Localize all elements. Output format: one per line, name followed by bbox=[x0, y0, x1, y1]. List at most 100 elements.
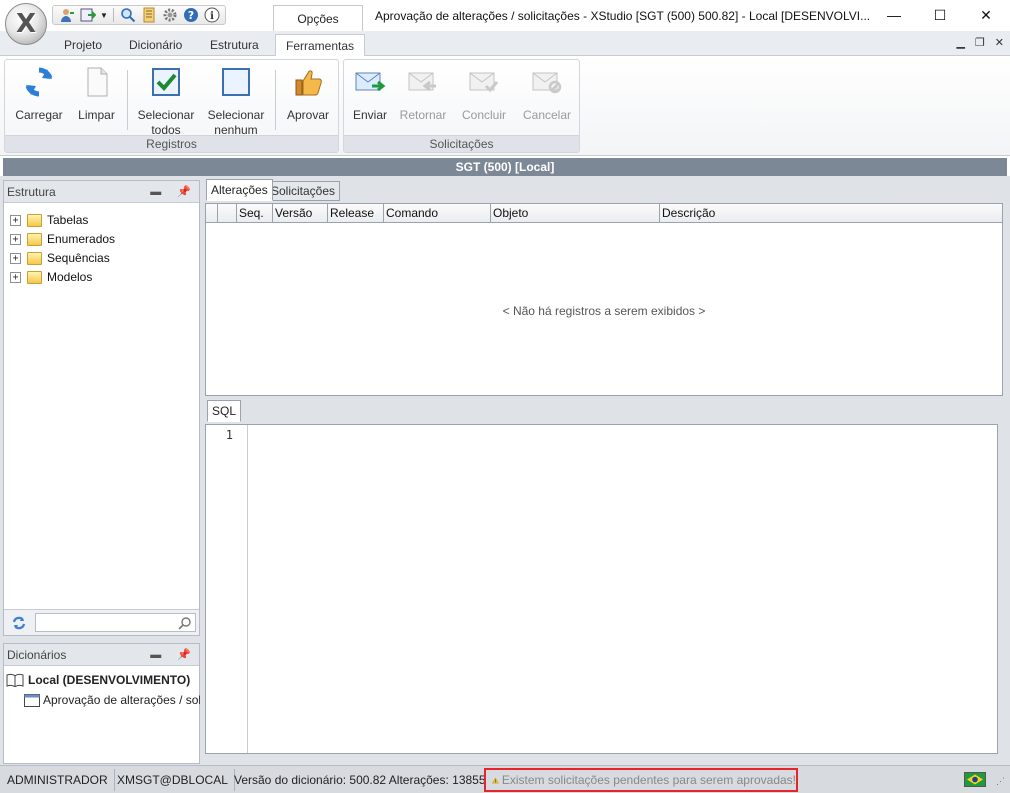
tree-item-enumerados[interactable]: + Enumerados bbox=[10, 230, 115, 248]
maximize-button[interactable]: ☐ bbox=[917, 0, 963, 30]
estrutura-search-input[interactable] bbox=[35, 613, 196, 632]
aprovar-button[interactable]: Aprovar bbox=[283, 66, 333, 123]
dicionarios-panel-title: Dicionários bbox=[7, 648, 67, 662]
notebook-icon[interactable] bbox=[139, 7, 158, 24]
concluir-button[interactable]: Concluir bbox=[458, 66, 510, 123]
resize-grip-icon[interactable]: ⋰ bbox=[996, 776, 1005, 787]
tab-projeto[interactable]: Projeto bbox=[64, 34, 102, 56]
brazil-flag-icon[interactable] bbox=[964, 772, 986, 787]
panel-autohide-icon[interactable]: ▬ bbox=[150, 181, 161, 203]
close-button[interactable]: ✕ bbox=[963, 0, 1009, 30]
help-icon[interactable]: ? bbox=[181, 7, 200, 24]
grid-col-seq[interactable]: Seq. bbox=[237, 204, 273, 223]
grid-col-objeto[interactable]: Objeto bbox=[491, 204, 660, 223]
qat-separator bbox=[113, 8, 114, 22]
expand-icon[interactable]: + bbox=[10, 233, 21, 245]
expand-icon[interactable]: + bbox=[10, 214, 21, 226]
grid-col-indicator bbox=[206, 204, 218, 223]
mdi-minimize-icon[interactable]: ▁ bbox=[956, 36, 964, 49]
maximize-icon: ☐ bbox=[933, 6, 947, 23]
search-icon[interactable] bbox=[178, 616, 192, 630]
enviar-label: Enviar bbox=[352, 108, 387, 122]
expand-icon[interactable]: + bbox=[10, 252, 21, 264]
tab-alteracoes[interactable]: Alterações bbox=[206, 179, 273, 201]
cancelar-button[interactable]: Cancelar bbox=[519, 66, 575, 123]
selecionar-nenhum-label: Selecionar nenhum bbox=[207, 108, 265, 137]
window-title: Aprovação de alterações / solicitações -… bbox=[375, 9, 871, 23]
tree-item-aprovacao[interactable]: Aprovação de alterações / solici bbox=[24, 693, 200, 707]
title-bar: X ▼ ? i Opções Aprovação de alterações /… bbox=[0, 0, 1010, 45]
panel-pin-icon[interactable]: 📌 bbox=[177, 181, 191, 203]
tab-estrutura[interactable]: Estrutura bbox=[210, 34, 259, 56]
tab-opcoes[interactable]: Opções bbox=[273, 5, 363, 31]
grid-col-versao[interactable]: Versão bbox=[273, 204, 328, 223]
tab-ferramentas[interactable]: Ferramentas bbox=[275, 34, 366, 57]
checkbox-empty-icon bbox=[222, 68, 250, 96]
grid-col-comando[interactable]: Comando bbox=[384, 204, 491, 223]
app-menu-button[interactable]: X bbox=[5, 3, 47, 45]
quick-access-toolbar: ▼ ? i bbox=[52, 5, 226, 25]
enviar-button[interactable]: Enviar bbox=[350, 66, 390, 123]
status-connection: XMSGT@DBLOCAL bbox=[111, 769, 235, 791]
estrutura-panel-header: Estrutura ▬ 📌 bbox=[4, 181, 199, 203]
app-logo: X bbox=[15, 9, 37, 39]
carregar-button[interactable]: Carregar bbox=[13, 66, 65, 123]
tree-item-tabelas[interactable]: + Tabelas bbox=[10, 211, 88, 229]
tree-item-modelos[interactable]: + Modelos bbox=[10, 268, 92, 286]
document-header: SGT (500) [Local] bbox=[3, 158, 1007, 176]
tab-sql[interactable]: SQL bbox=[207, 400, 242, 422]
panel-autohide-icon[interactable]: ▬ bbox=[150, 644, 161, 666]
refresh-icon bbox=[25, 67, 53, 97]
export-icon[interactable] bbox=[78, 7, 97, 24]
ribbon-separator bbox=[127, 70, 128, 130]
ribbon-tab-bar: Projeto Dicionário Estrutura Ferramentas… bbox=[0, 31, 1010, 57]
estrutura-panel: Estrutura ▬ 📌 + Tabelas + Enumerados + Sequ… bbox=[3, 180, 200, 636]
ribbon-group-label-solicitacoes: Solicitações bbox=[344, 135, 579, 152]
ribbon-separator bbox=[275, 70, 276, 130]
checkbox-checked-icon bbox=[152, 68, 180, 96]
alteracoes-grid: Seq. Versão Release Comando Objeto Descr… bbox=[205, 203, 1003, 396]
grid-col-check[interactable] bbox=[218, 204, 237, 223]
mail-return-icon bbox=[408, 72, 436, 92]
expand-icon[interactable]: + bbox=[10, 271, 21, 283]
sql-editor[interactable]: 1 bbox=[205, 424, 998, 754]
mail-send-icon bbox=[355, 72, 386, 92]
status-warning[interactable]: Existem solicitações pendentes para sere… bbox=[484, 768, 798, 792]
selecionar-todos-button[interactable]: Selecionar todos bbox=[135, 66, 197, 138]
gear-icon[interactable] bbox=[160, 7, 179, 24]
blank-page-icon bbox=[87, 67, 107, 97]
folder-icon bbox=[27, 251, 42, 265]
info-icon[interactable]: i bbox=[202, 7, 221, 24]
tree-item-label: Aprovação de alterações / solici bbox=[43, 693, 200, 707]
mail-cancel-icon bbox=[532, 72, 562, 94]
minimize-button[interactable]: — bbox=[871, 0, 917, 30]
tab-dicionario[interactable]: Dicionário bbox=[129, 34, 182, 56]
dicionarios-panel: Dicionários ▬ 📌 Local (DESENVOLVIMENTO) … bbox=[3, 643, 200, 764]
dropdown-icon[interactable]: ▼ bbox=[99, 7, 109, 24]
status-warning-text: Existem solicitações pendentes para sere… bbox=[501, 773, 796, 787]
ribbon-group-label-registros: Registros bbox=[5, 135, 338, 152]
panel-pin-icon[interactable]: 📌 bbox=[177, 644, 191, 666]
thumbs-up-icon bbox=[295, 70, 322, 96]
folder-icon bbox=[27, 270, 42, 284]
selecionar-nenhum-button[interactable]: Selecionar nenhum bbox=[205, 66, 267, 138]
status-user: ADMINISTRADOR bbox=[1, 769, 115, 791]
book-icon bbox=[6, 673, 24, 687]
estrutura-search-row bbox=[4, 609, 199, 635]
retornar-button[interactable]: Retornar bbox=[397, 66, 449, 123]
grid-col-release[interactable]: Release bbox=[328, 204, 384, 223]
aprovar-label: Aprovar bbox=[286, 108, 330, 122]
grid-col-descricao[interactable]: Descrição bbox=[660, 204, 1002, 223]
tree-item-sequencias[interactable]: + Sequências bbox=[10, 249, 110, 267]
search-icon[interactable] bbox=[118, 7, 137, 24]
mdi-close-icon[interactable]: ✕ bbox=[995, 36, 1004, 49]
limpar-button[interactable]: Limpar bbox=[74, 66, 119, 123]
mdi-restore-icon[interactable]: ❐ bbox=[975, 36, 985, 49]
tree-item-local[interactable]: Local (DESENVOLVIMENTO) bbox=[6, 673, 190, 687]
tab-solicitacoes[interactable]: Solicitações bbox=[266, 181, 341, 201]
ribbon-body: Carregar Limpar Selecionar todos Selecio… bbox=[0, 56, 1010, 156]
user-icon[interactable] bbox=[57, 7, 76, 24]
status-bar: ADMINISTRADOR XMSGT@DBLOCAL Versão do di… bbox=[0, 765, 1010, 793]
dicionarios-panel-header: Dicionários ▬ 📌 bbox=[4, 644, 199, 666]
sync-icon[interactable] bbox=[11, 615, 27, 631]
